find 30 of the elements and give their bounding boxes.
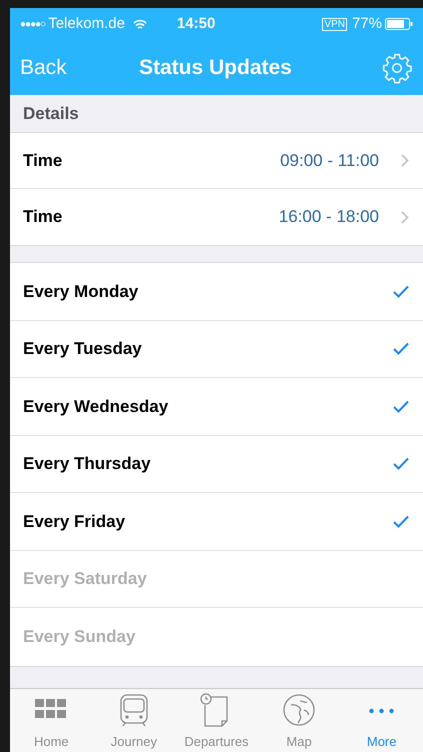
weekday-option[interactable]: Every Wednesday (23, 394, 168, 419)
weekday-option[interactable]: Every Monday (23, 278, 138, 304)
tab-bar-item[interactable]: Departures (175, 689, 258, 752)
time-range: 09:00 - 11:00 (280, 150, 379, 172)
clock-time: 14:50 (176, 14, 216, 34)
signal-strength: ●●●●○ (20, 18, 46, 32)
weekday-option[interactable]: Every Friday (23, 508, 126, 534)
wifi-icon (132, 18, 147, 30)
time-row[interactable]: Time 16:00 - 18:00 (10, 189, 423, 245)
settings-icon[interactable] (381, 52, 413, 84)
time-label: Time (23, 150, 62, 172)
tab-bar-item[interactable]: More (340, 689, 423, 752)
screen-title: Status Updates (139, 54, 292, 81)
carrier-name: Telekom.de (48, 14, 125, 34)
chevron-icon (401, 210, 409, 224)
more-dots-icon (369, 708, 394, 714)
battery-percent: 77% (352, 14, 382, 34)
battery-icon (385, 18, 413, 30)
section-header: Details (23, 102, 79, 125)
time-range: 16:00 - 18:00 (278, 206, 379, 228)
chevron-icon (401, 154, 409, 167)
back-button[interactable]: Back (20, 52, 67, 84)
time-label: Time (23, 206, 62, 228)
tab-bar-item[interactable]: Journey (92, 689, 176, 752)
time-row[interactable]: Time 09:00 - 11:00 (10, 133, 423, 189)
vpn-indicator: VPN (322, 18, 347, 30)
weekday-option[interactable]: Every Tuesday (23, 336, 142, 362)
tab-bar-item[interactable]: Map (258, 689, 340, 752)
tab-bar-item[interactable]: Home (10, 689, 93, 752)
weekday-option[interactable]: Every Thursday (23, 451, 151, 476)
